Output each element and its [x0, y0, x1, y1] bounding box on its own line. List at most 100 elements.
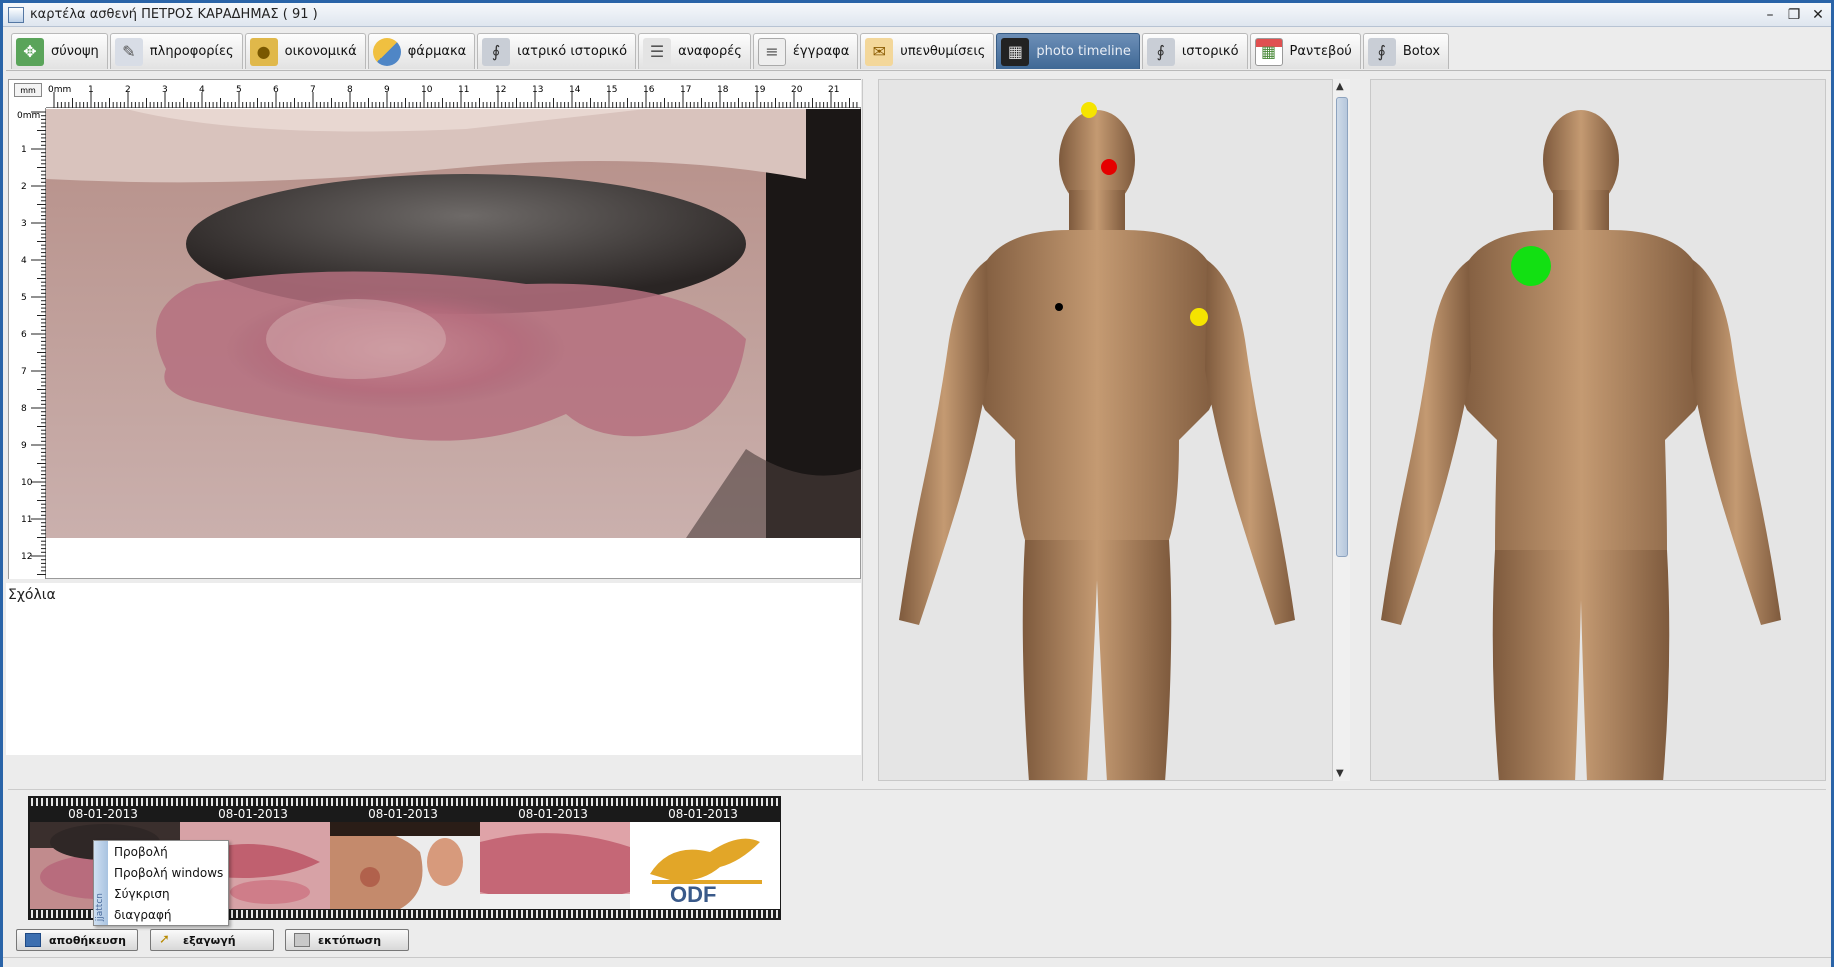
restore-button[interactable]: ❐ [1785, 6, 1803, 24]
logo-text: ODF [670, 882, 717, 907]
marker-chest[interactable] [1055, 303, 1063, 311]
ruler-tick-label: 21 [828, 85, 839, 95]
tab-photo-timeline[interactable]: ▦ photo timeline [996, 33, 1140, 69]
tab-label: έγγραφα [792, 44, 850, 59]
thumbnail-context-menu: jjattcn Προβολή Προβολή windows Σύγκριση… [93, 840, 229, 926]
title-bar: καρτέλα ασθενή ΠΕΤΡΟΣ ΚΑΡΑΔΗΜΑΣ ( 91 ) –… [3, 3, 1831, 27]
tab-label: Ραντεβού [1289, 44, 1352, 59]
marker-head-top[interactable] [1081, 102, 1097, 118]
ruler-tick-label: 17 [680, 85, 691, 95]
comments-label: Σχόλια [8, 587, 56, 603]
tab-history[interactable]: ∮ ιστορικό [1141, 33, 1248, 69]
tab-label: σύνοψη [51, 44, 99, 59]
tab-label: πληροφορίες [149, 44, 234, 59]
ruler-tick-label: 13 [532, 85, 543, 95]
info-icon: ✎ [114, 37, 143, 66]
menu-item-delete[interactable]: διαγραφή [114, 905, 171, 925]
thumbnail-face-side[interactable] [330, 822, 480, 909]
minimize-button[interactable]: – [1761, 6, 1779, 24]
save-button[interactable]: αποθήκευση [16, 929, 138, 951]
front-body-map[interactable] [878, 79, 1348, 781]
status-bar [3, 957, 1831, 967]
tab-finance[interactable]: ● οικονομικά [244, 33, 366, 69]
tab-label: Botox [1402, 44, 1441, 59]
print-button[interactable]: εκτύπωση [285, 929, 409, 951]
frame-date: 08-01-2013 [668, 807, 738, 821]
scroll-down-arrow-icon[interactable]: ▼ [1336, 768, 1344, 779]
photo-viewer[interactable]: 0mm 1 2 3 4 5 6 7 8 9 10 11 12 13 14 15 16 17 18 19 20 21 0mm… [8, 79, 861, 579]
tab-documents[interactable]: ≡ έγγραφα [752, 33, 859, 69]
overview-icon: ✥ [16, 37, 44, 66]
ruler-tick-label: 14 [569, 85, 581, 95]
marker-shoulder[interactable] [1511, 246, 1551, 286]
close-button[interactable]: ✕ [1809, 6, 1827, 24]
reminder-icon: ✉ [865, 37, 894, 66]
calendar-icon: ▦ [1254, 37, 1283, 66]
marker-upper-arm[interactable] [1190, 308, 1208, 326]
ruler-tick-label: 8 [347, 85, 353, 95]
ruler-origin-label: 0mm [48, 85, 71, 95]
ruler-tick-label: 2 [21, 182, 27, 192]
printer-icon [294, 933, 310, 947]
tab-label: οικονομικά [284, 44, 357, 59]
tab-info[interactable]: ✎ πληροφορίες [109, 33, 243, 69]
tab-reports[interactable]: ☰ αναφορές [638, 33, 751, 69]
front-body-figure [899, 110, 1295, 780]
ruler-tick-label: 8 [21, 404, 27, 414]
tab-medication[interactable]: φάρμακα [367, 33, 476, 69]
print-button-label: εκτύπωση [318, 933, 382, 947]
ruler-tick-label: 2 [125, 85, 131, 95]
body-map-scrollbar[interactable]: ▲ ▼ [1332, 79, 1350, 781]
ruler-tick-label: 19 [754, 85, 766, 95]
ruler-tick-label: 3 [21, 219, 27, 229]
ruler-tick-label: 4 [21, 256, 27, 266]
export-icon: ➚ [159, 932, 170, 947]
lesion-photo[interactable] [46, 109, 861, 538]
scroll-up-arrow-icon[interactable]: ▲ [1336, 81, 1344, 92]
ruler-tick-label: 18 [717, 85, 729, 95]
tab-reminders[interactable]: ✉ υπενθυμίσεις [860, 33, 995, 69]
ruler-tick-label: 11 [21, 515, 32, 525]
tab-label: ιστορικό [1181, 44, 1239, 59]
thumbnail-logo[interactable]: ODF [630, 822, 780, 909]
app-icon [8, 6, 24, 23]
horizontal-ruler: 0mm 1 2 3 4 5 6 7 8 9 10 11 12 13 14 15 16 17 18 19 20 21 [46, 80, 861, 108]
ruler-tick-label: 10 [421, 85, 433, 95]
ruler-tick-label: 5 [21, 293, 27, 303]
splitter[interactable] [862, 79, 878, 781]
stethoscope-icon: ∮ [1367, 37, 1396, 66]
tab-bar: ✥ σύνοψη ✎ πληροφορίες ● οικονομικά φάρμ… [11, 33, 1450, 69]
film-perforation-top [28, 798, 781, 806]
comments-area[interactable]: Σχόλια [6, 583, 861, 755]
scroll-thumb[interactable] [1336, 97, 1348, 557]
ruler-tick-label: 1 [21, 145, 27, 155]
tab-label: ιατρικό ιστορικό [517, 44, 628, 59]
thumbnail-neck-rash[interactable] [480, 822, 630, 909]
export-button[interactable]: ➚ εξαγωγή [150, 929, 274, 951]
back-body-map[interactable] [1370, 79, 1826, 781]
coins-icon: ● [249, 37, 278, 66]
menu-item-view[interactable]: Προβολή [114, 842, 168, 862]
export-button-label: εξαγωγή [183, 933, 236, 947]
film-icon: ▦ [1001, 37, 1030, 66]
ruler-tick-label: 4 [199, 85, 205, 95]
tab-medical-history[interactable]: ∮ ιατρικό ιστορικό [477, 33, 637, 69]
menu-item-compare[interactable]: Σύγκριση [114, 884, 170, 904]
ruler-tick-label: 9 [384, 85, 390, 95]
menu-item-view-windows[interactable]: Προβολή windows [114, 863, 223, 883]
ruler-tick-label: 6 [21, 330, 27, 340]
ruler-tick-label: 11 [458, 85, 469, 95]
tab-botox[interactable]: ∮ Botox [1362, 33, 1450, 69]
unit-toggle-button[interactable]: mm [14, 83, 42, 97]
stethoscope-icon: ∮ [482, 37, 511, 66]
tab-overview[interactable]: ✥ σύνοψη [11, 33, 108, 69]
ruler-tick-label: 20 [791, 85, 803, 95]
patient-window: καρτέλα ασθενή ΠΕΤΡΟΣ ΚΑΡΑΔΗΜΑΣ ( 91 ) –… [0, 0, 1834, 967]
floppy-icon [25, 933, 41, 947]
photo-timeline-strip: 08-01-2013 08-01-2013 08-01-2013 08-01-2… [8, 789, 1826, 920]
marker-cheek[interactable] [1101, 159, 1117, 175]
frame-date: 08-01-2013 [218, 807, 288, 821]
ruler-tick-label: 7 [21, 367, 27, 377]
ruler-tick-label: 5 [236, 85, 242, 95]
tab-appointments[interactable]: ▦ Ραντεβού [1249, 33, 1361, 69]
